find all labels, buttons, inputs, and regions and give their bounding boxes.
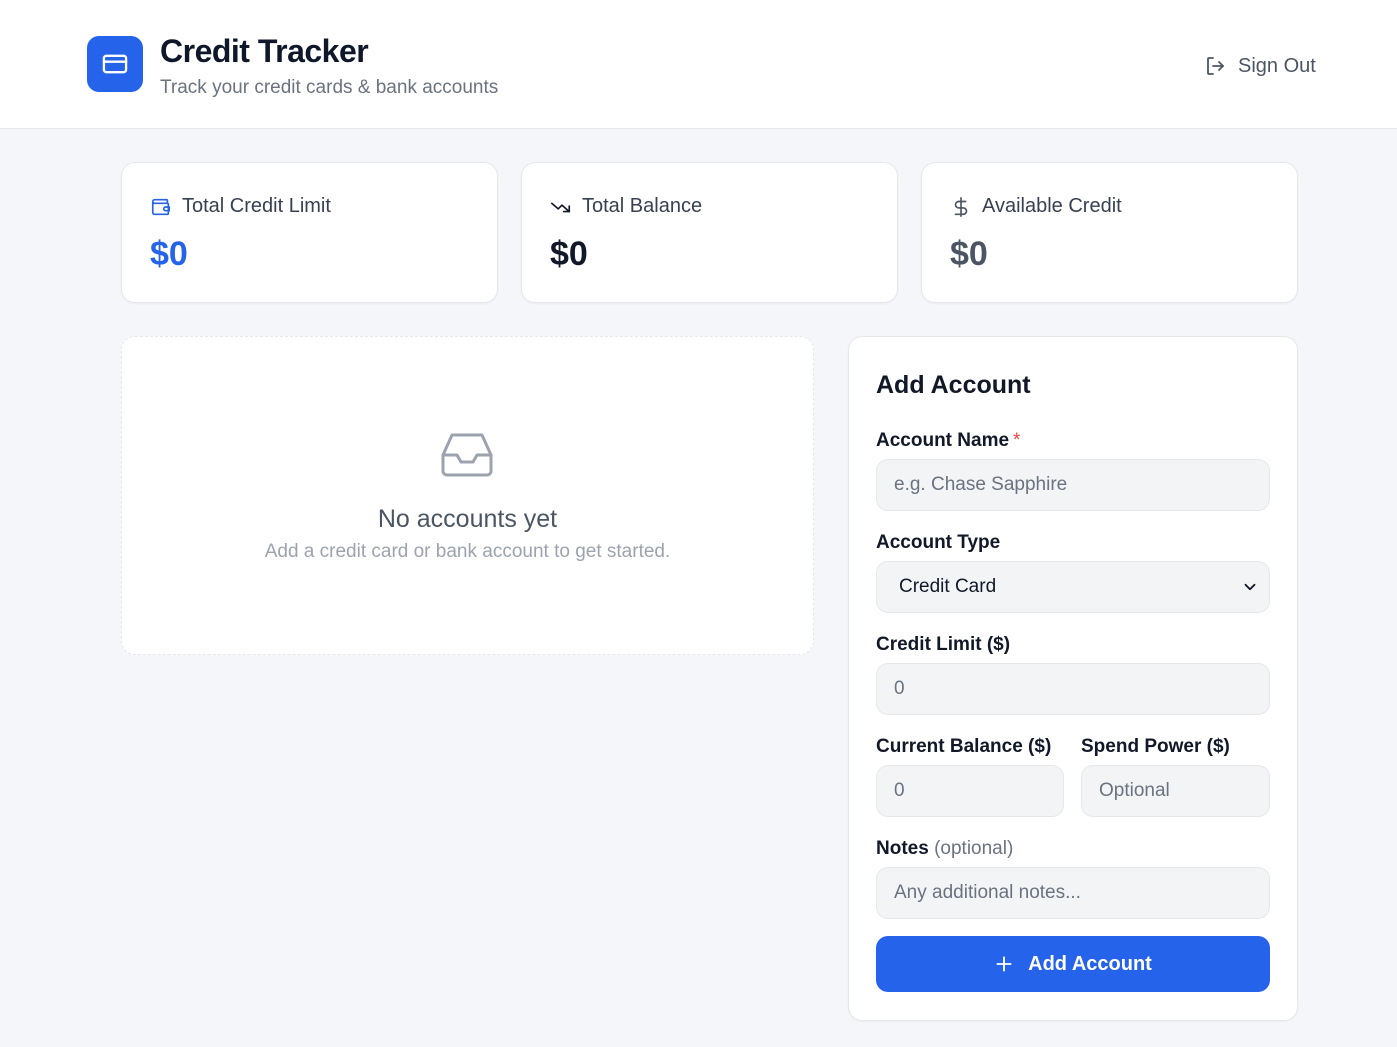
- wallet-icon: [151, 198, 171, 215]
- credit-card-logo-icon: [87, 36, 143, 92]
- add-account-button[interactable]: Add Account: [876, 936, 1270, 992]
- account-name-label-text: Account Name: [876, 430, 1010, 451]
- empty-state-title: No accounts yet: [377, 505, 558, 533]
- notes-optional-hint: (optional): [934, 838, 1014, 859]
- trending-down-icon: [551, 202, 571, 212]
- notes-label-text: Notes: [876, 838, 929, 859]
- stat-label: Available Credit: [982, 195, 1122, 217]
- stat-card-available-credit: Available Credit $0: [921, 162, 1298, 303]
- plus-icon: [996, 956, 1012, 972]
- stat-card-total-balance: Total Balance $0: [521, 162, 898, 303]
- account-name-input[interactable]: [876, 459, 1270, 511]
- sign-out-button[interactable]: Sign Out: [1204, 52, 1316, 80]
- dollar-icon: [954, 196, 968, 217]
- chevron-down-icon: [1244, 583, 1256, 591]
- log-out-icon: [1207, 57, 1224, 75]
- stat-value: $0: [950, 235, 988, 273]
- accounts-empty-state: [121, 336, 814, 655]
- empty-state-subtitle: Add a credit card or bank account to get…: [264, 541, 671, 562]
- stat-label: Total Balance: [582, 195, 703, 217]
- notes-input[interactable]: [876, 867, 1270, 919]
- app-title: Credit Tracker: [160, 33, 369, 69]
- credit-limit-input[interactable]: [876, 663, 1270, 715]
- account-type-select[interactable]: Credit Card: [876, 561, 1270, 613]
- stat-card-total-credit-limit: Total Credit Limit $0: [121, 162, 498, 303]
- spend-power-input[interactable]: [1081, 765, 1270, 817]
- credit-limit-label: Credit Limit ($): [876, 634, 1011, 655]
- notes-label: Notes (optional): [876, 838, 1013, 860]
- current-balance-label: Current Balance ($): [876, 736, 1052, 757]
- sign-out-label: Sign Out: [1238, 54, 1316, 77]
- inbox-icon: [441, 433, 493, 477]
- stat-value: $0: [550, 235, 588, 273]
- account-type-label: Account Type: [876, 532, 1001, 553]
- app-subtitle: Track your credit cards & bank accounts: [160, 77, 499, 98]
- form-title: Add Account: [876, 371, 1031, 399]
- app-header: Credit Tracker Track your credit cards &…: [0, 0, 1397, 129]
- account-type-selected-value: Credit Card: [899, 576, 997, 597]
- spend-power-label: Spend Power ($): [1081, 736, 1230, 757]
- required-marker: *: [1013, 430, 1021, 451]
- current-balance-input[interactable]: [876, 765, 1064, 817]
- stat-value: $0: [150, 235, 188, 273]
- account-name-label: Account Name *: [876, 430, 1020, 452]
- stat-label: Total Credit Limit: [182, 195, 331, 217]
- add-account-button-label: Add Account: [1028, 952, 1152, 975]
